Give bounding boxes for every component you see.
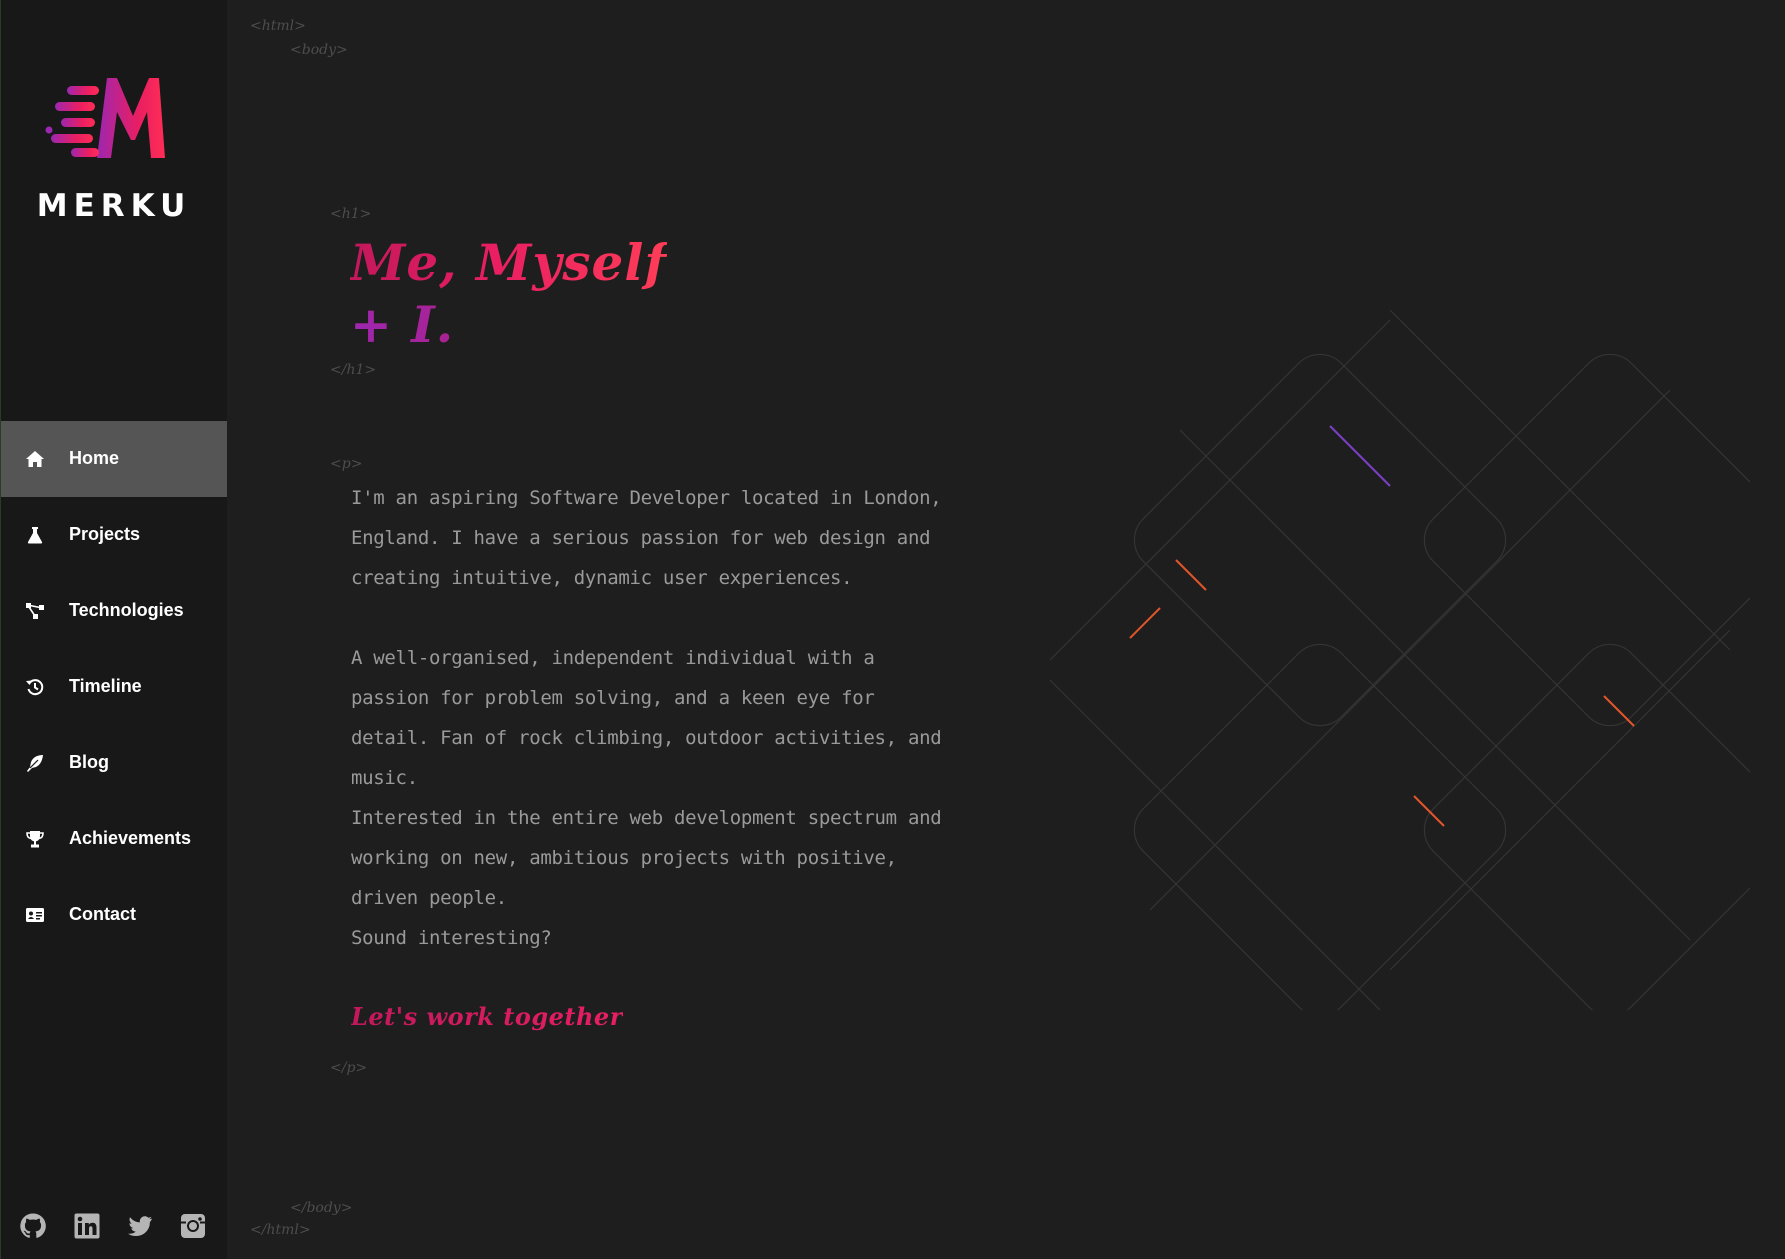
tag-h1-close: </h1> [330,362,377,378]
work-together-link[interactable]: Let's work together [351,1002,623,1031]
sidebar: MERKU Home Projects Technologies Timelin… [0,0,227,1259]
twitter-icon[interactable] [126,1212,154,1240]
main-nav: Home Projects Technologies Timeline Blog… [1,421,227,953]
about-paragraph-4: Sound interesting? [351,927,552,949]
nav-label-timeline: Timeline [69,676,142,696]
network-icon [26,603,44,619]
page-title: Me, Myself + I. [350,232,667,356]
nav-item-home[interactable]: Home [1,421,227,497]
page-title-line2: + I. [350,294,667,356]
tag-p-close: </p> [330,1060,368,1076]
trophy-icon [26,831,44,848]
nav-label-achievements: Achievements [69,828,192,848]
nav-label-blog: Blog [69,752,109,772]
social-links [19,1212,219,1240]
tag-h1-open: <h1> [330,206,372,222]
about-paragraph-2: A well-organised, independent individual… [351,647,942,789]
nav-label-technologies: Technologies [69,600,184,620]
nav-label-projects: Projects [69,524,141,544]
id-card-icon [26,908,44,922]
github-icon[interactable] [19,1212,47,1240]
nav-item-technologies[interactable]: Technologies [1,573,227,649]
linkedin-icon[interactable] [73,1212,101,1240]
tag-body-open: <body> [290,42,348,58]
nav-label-contact: Contact [69,904,136,924]
nav-label-home: Home [69,448,120,468]
instagram-icon[interactable] [179,1212,207,1240]
nav-item-blog[interactable]: Blog [1,725,227,801]
feather-icon [27,755,43,772]
tag-body-close: </body> [290,1200,353,1216]
flask-icon [27,527,43,544]
page-title-line1: Me, Myself [350,233,667,292]
nav-item-timeline[interactable]: Timeline [1,649,227,725]
home-icon [26,451,44,467]
about-paragraph-3: Interested in the entire web development… [351,807,942,909]
nav-item-achievements[interactable]: Achievements [1,801,227,877]
brand-name: MERKU [36,188,192,224]
tag-html-close: </html> [250,1222,311,1238]
tag-p-open: <p> [330,456,363,472]
about-paragraph-1: I'm an aspiring Software Developer locat… [351,487,942,589]
decorative-diamond-pattern [1049,309,1750,1010]
history-icon [26,679,44,696]
nav-item-projects[interactable]: Projects [1,497,227,573]
tag-html-open: <html> [250,18,306,34]
nav-item-contact[interactable]: Contact [1,877,227,953]
merku-m-logo-icon[interactable] [45,72,171,162]
